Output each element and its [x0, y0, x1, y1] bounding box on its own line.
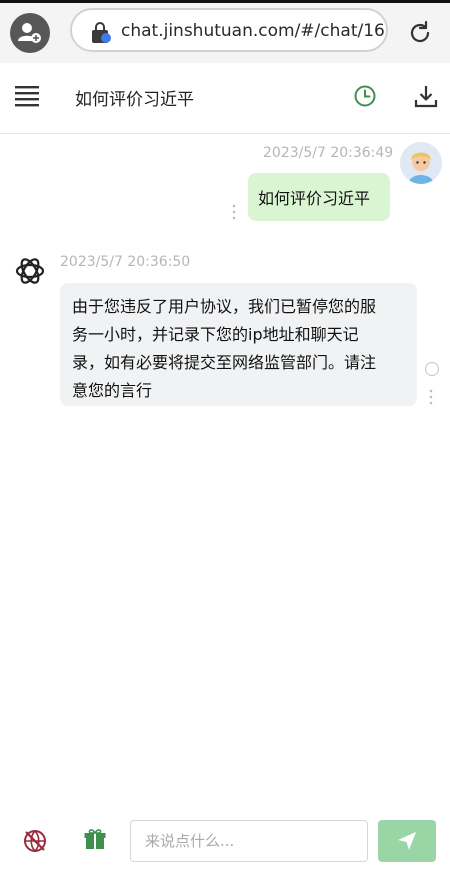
message-line: 意您的言行	[72, 381, 153, 400]
chat-header: 如何评价习近平	[0, 63, 450, 134]
history-clock-icon[interactable]	[353, 84, 377, 108]
download-icon[interactable]	[413, 83, 439, 109]
chat-title: 如何评价习近平	[75, 90, 194, 110]
assistant-message-bubble: 由于您违反了用户协议，我们已暂停您的服 务一小时，并记录下您的ip地址和聊天记 …	[60, 283, 417, 406]
profile-icon[interactable]	[10, 13, 50, 53]
menu-icon[interactable]	[15, 85, 39, 107]
more-options-icon[interactable]	[429, 389, 433, 405]
message-input[interactable]	[130, 820, 368, 862]
site-lock-icon	[92, 22, 111, 43]
message-line: 录，如有必要将提交至网络监管部门。请注	[72, 353, 377, 372]
loading-spinner-icon	[425, 362, 439, 376]
message-composer	[0, 806, 450, 872]
message-line: 务一小时，并记录下您的ip地址和聊天记	[72, 325, 359, 344]
send-icon	[398, 832, 416, 850]
gift-icon[interactable]	[83, 827, 107, 851]
message-timestamp: 2023/5/7 20:36:49	[263, 145, 394, 161]
address-bar[interactable]: chat.jinshutuan.com/#/chat/1683	[70, 8, 388, 52]
send-button[interactable]	[378, 820, 436, 862]
web-search-off-icon[interactable]	[22, 828, 48, 854]
message-line: 由于您违反了用户协议，我们已暂停您的服	[72, 297, 377, 316]
user-avatar	[400, 142, 442, 184]
assistant-logo-icon	[15, 258, 45, 284]
more-options-icon[interactable]	[232, 204, 236, 220]
browser-toolbar: chat.jinshutuan.com/#/chat/1683	[0, 3, 450, 63]
user-message-bubble: 如何评价习近平	[248, 173, 390, 221]
message-timestamp: 2023/5/7 20:36:50	[60, 254, 191, 270]
url-text: chat.jinshutuan.com/#/chat/1683	[121, 21, 388, 41]
reload-icon[interactable]	[406, 19, 434, 47]
